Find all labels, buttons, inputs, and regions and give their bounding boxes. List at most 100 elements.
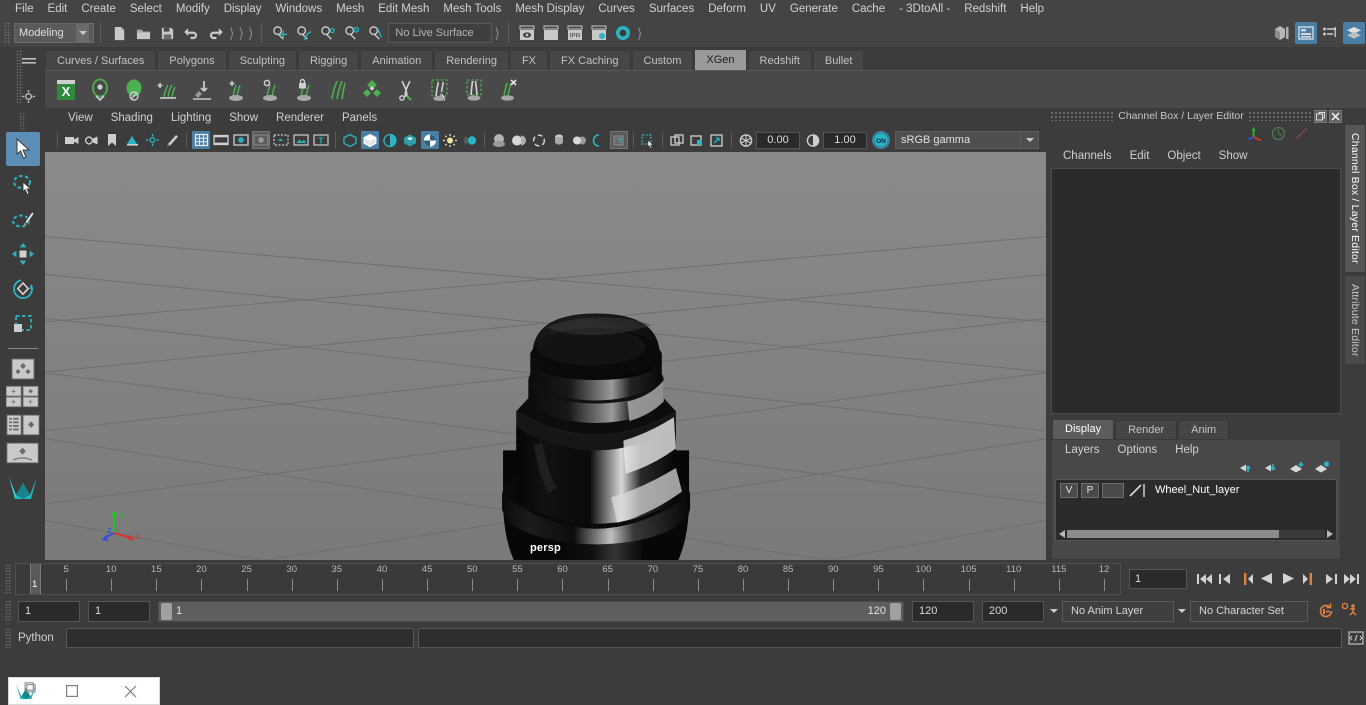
layer-menu-layers[interactable]: Layers: [1056, 444, 1109, 456]
film-origin-icon[interactable]: [272, 131, 290, 149]
menu-surfaces[interactable]: Surfaces: [642, 0, 701, 19]
animation-preferences-icon[interactable]: [1340, 601, 1360, 621]
screen-space-ao-icon[interactable]: [441, 131, 459, 149]
layer-color-swatch-icon[interactable]: [1127, 483, 1149, 498]
camera-attributes-icon[interactable]: [83, 131, 101, 149]
range-slider-grip[interactable]: [5, 600, 12, 622]
scrollbar-track[interactable]: [1067, 529, 1325, 538]
panel-grip[interactable]: [1248, 111, 1312, 121]
layer-name[interactable]: Wheel_Nut_layer: [1155, 484, 1239, 496]
shelf-tab-xgen[interactable]: XGen: [694, 49, 747, 70]
command-input[interactable]: [66, 628, 414, 648]
gate-mask-icon[interactable]: [252, 131, 270, 149]
two-d-pan-zoom-icon[interactable]: [143, 131, 161, 149]
layer-playback-toggle[interactable]: P: [1081, 482, 1099, 498]
toolbox-grip[interactable]: [19, 112, 26, 130]
outliner-persp-layout[interactable]: [5, 412, 40, 438]
ipr-render-icon[interactable]: IPR: [564, 22, 586, 44]
grease-pencil-icon[interactable]: [163, 131, 181, 149]
range-handle-right[interactable]: [890, 602, 901, 620]
snap-curve-icon[interactable]: [293, 22, 315, 44]
tool-settings-icon[interactable]: [1319, 22, 1341, 44]
render-settings-icon[interactable]: [588, 22, 610, 44]
menu-select[interactable]: Select: [123, 0, 169, 19]
color-profile-chevron-down-icon[interactable]: [1021, 131, 1039, 149]
layer-shading-toggle[interactable]: [1102, 482, 1124, 498]
bookmark-icon[interactable]: [103, 131, 121, 149]
lasso-select-tool[interactable]: [6, 167, 40, 201]
perspective-viewport[interactable]: y x z persp: [45, 152, 1046, 560]
channel-box-menu-edit[interactable]: Edit: [1121, 150, 1159, 162]
shelf-tab-sculpting[interactable]: Sculpting: [227, 50, 297, 70]
vtab-attribute-editor[interactable]: Attribute Editor: [1344, 274, 1366, 366]
go-to-end-icon[interactable]: [1342, 569, 1360, 589]
step-forward-frame-icon[interactable]: [1321, 569, 1339, 589]
menu-mesh[interactable]: Mesh: [329, 0, 371, 19]
current-frame-field[interactable]: 1: [1129, 568, 1187, 589]
time-cursor[interactable]: 1: [30, 563, 41, 594]
render-view-icon[interactable]: [516, 22, 538, 44]
new-scene-icon[interactable]: [108, 22, 130, 44]
snap-view-plane-icon[interactable]: [365, 22, 387, 44]
playback-start-field[interactable]: 1: [88, 600, 150, 622]
resolution-gate-icon[interactable]: [232, 131, 250, 149]
tab-render[interactable]: Render: [1115, 420, 1178, 439]
character-set-chevron-down-icon[interactable]: [1174, 609, 1190, 613]
live-surface-field[interactable]: No Live Surface: [388, 23, 493, 43]
scroll-left-icon[interactable]: [1058, 529, 1067, 538]
shelf-tab-redshift[interactable]: Redshift: [747, 50, 812, 70]
redo-icon[interactable]: [204, 22, 226, 44]
animation-start-field[interactable]: 1: [18, 600, 80, 622]
rotate-tool[interactable]: [6, 272, 40, 306]
color-management-toggle-icon[interactable]: ON: [872, 131, 890, 149]
channel-box-menu-channels[interactable]: Channels: [1054, 150, 1121, 162]
menu-cache[interactable]: Cache: [845, 0, 892, 19]
select-tool[interactable]: [5, 132, 40, 166]
anim-layer-chevron-down-icon[interactable]: [1046, 609, 1062, 613]
xgen-add-clump-icon[interactable]: [219, 73, 253, 107]
menu-uv[interactable]: UV: [753, 0, 783, 19]
gamma-icon[interactable]: [804, 131, 822, 149]
shelf-tab-rigging[interactable]: Rigging: [297, 50, 360, 70]
channel-box-menu-object[interactable]: Object: [1158, 150, 1209, 162]
shadows-icon[interactable]: [421, 131, 439, 149]
command-line-grip[interactable]: [5, 628, 12, 648]
scroll-right-icon[interactable]: [1325, 529, 1334, 538]
xray-active-components-icon[interactable]: [530, 131, 548, 149]
close-icon[interactable]: [1329, 109, 1342, 123]
xgen-noise-icon[interactable]: [253, 73, 287, 107]
isolate-selected-icon[interactable]: [610, 131, 628, 149]
xgen-place-guide-icon[interactable]: [185, 73, 219, 107]
isolate-select-icon[interactable]: [550, 131, 568, 149]
scale-tool[interactable]: [6, 307, 40, 341]
undo-icon[interactable]: [180, 22, 202, 44]
layer-row-wheel-nut[interactable]: V P Wheel_Nut_layer: [1056, 480, 1336, 498]
playback-end-field[interactable]: 120: [912, 600, 974, 622]
layer-menu-options[interactable]: Options: [1109, 444, 1167, 456]
viewport-menu-shading[interactable]: Shading: [102, 112, 162, 124]
safe-action-icon[interactable]: [292, 131, 310, 149]
new-layer-icon[interactable]: [1289, 461, 1305, 477]
select-camera-icon[interactable]: [63, 131, 81, 149]
script-editor-icon[interactable]: [1346, 628, 1366, 648]
grid-toggle-icon[interactable]: [192, 131, 210, 149]
paint-select-tool[interactable]: [6, 202, 40, 236]
command-output[interactable]: [418, 628, 1342, 648]
character-set-selector[interactable]: No Character Set: [1190, 600, 1308, 622]
time-slider[interactable]: 1 5 10 15 20 25 30 35 40 45 50 55 60 65 70 75 80 85 90 95 1…: [15, 562, 1121, 595]
vtab-channel-box-layer-editor[interactable]: Channel Box / Layer Editor: [1344, 124, 1366, 273]
shelf-tab-custom[interactable]: Custom: [631, 50, 694, 70]
xray-icon[interactable]: [490, 131, 508, 149]
shelf-menu-icon[interactable]: [22, 56, 36, 69]
shaded-wireframe-icon[interactable]: [381, 131, 399, 149]
shelf-tab-curves-surfaces[interactable]: Curves / Surfaces: [45, 50, 157, 70]
menu-help[interactable]: Help: [1013, 0, 1051, 19]
step-back-key-icon[interactable]: [1237, 569, 1255, 589]
xgen-delete-guide-icon[interactable]: [491, 73, 525, 107]
tab-display[interactable]: Display: [1052, 419, 1115, 439]
color-profile-selector[interactable]: sRGB gamma: [895, 131, 1021, 149]
range-bar[interactable]: 1 120: [158, 600, 904, 622]
four-view-layout[interactable]: + + +: [5, 384, 40, 410]
menu-curves[interactable]: Curves: [591, 0, 641, 19]
shelf-tab-bullet[interactable]: Bullet: [812, 50, 865, 70]
